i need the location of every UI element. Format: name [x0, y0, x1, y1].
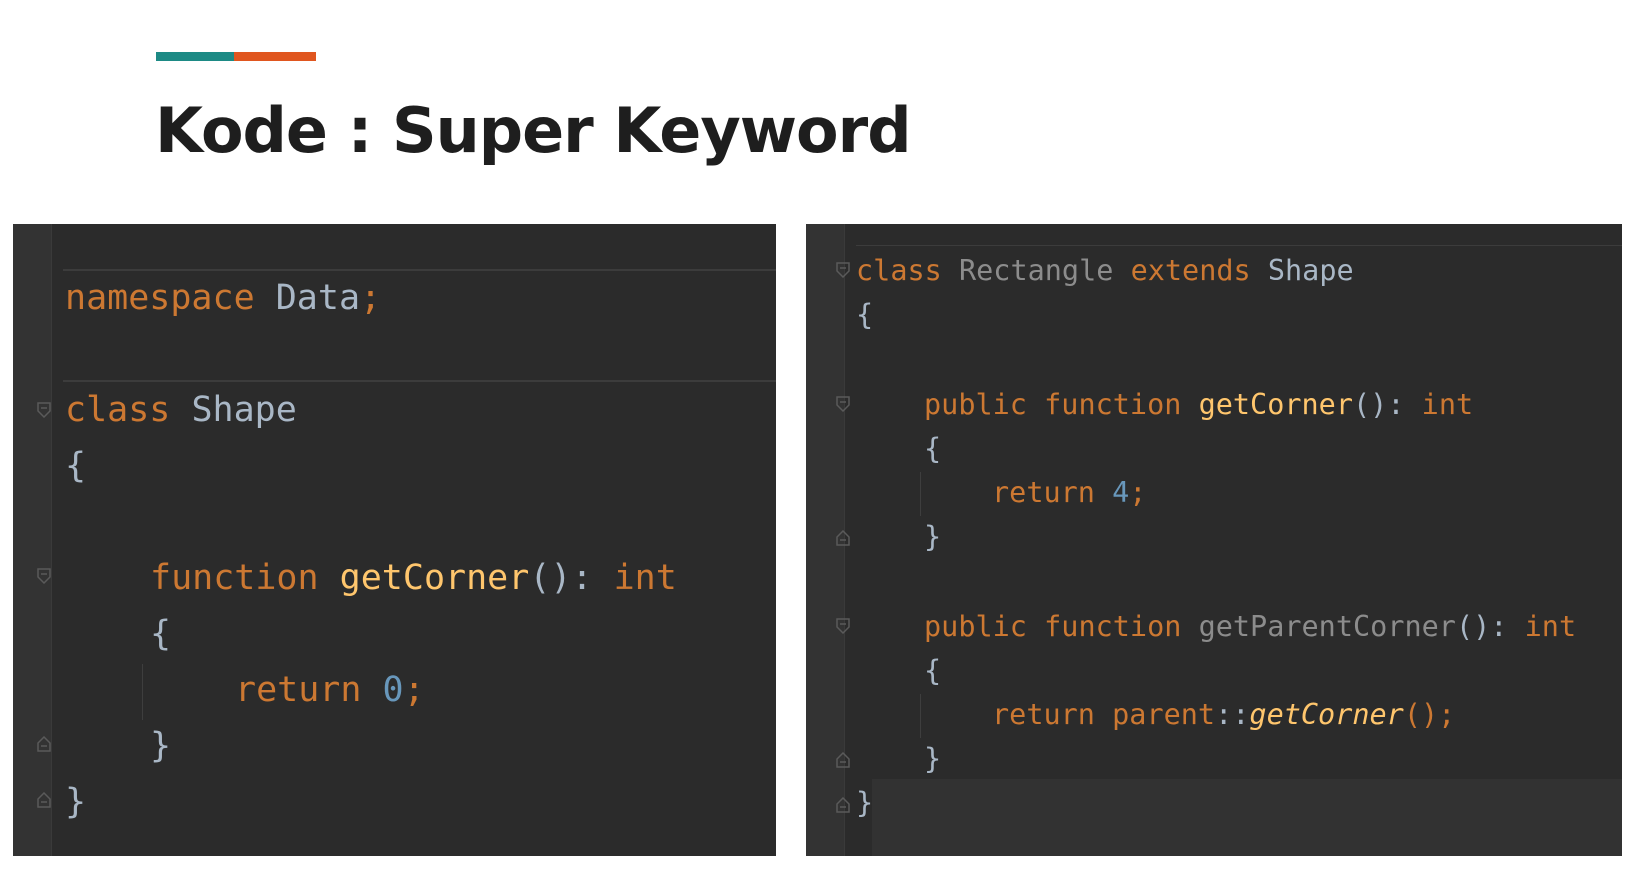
code-line-brace: { [65, 446, 87, 486]
separator-line [63, 380, 776, 382]
fold-marker-icon[interactable] [836, 396, 850, 412]
fold-marker-icon[interactable] [37, 402, 51, 418]
code-line-namespace: namespace Data; [65, 278, 382, 318]
accent-bar [156, 52, 316, 61]
accent-orange [234, 52, 316, 61]
code-panel-rectangle: class Rectangle extends Shape { public f… [806, 224, 1622, 856]
fold-marker-icon[interactable] [37, 568, 51, 584]
code-line-public-function: public function getParentCorner(): int [924, 610, 1577, 643]
code-panel-shape: namespace Data; class Shape { function g… [13, 224, 776, 856]
separator-line [63, 269, 776, 271]
code-line-brace: { [924, 654, 942, 687]
accent-teal [156, 52, 234, 61]
fold-marker-icon[interactable] [836, 262, 850, 278]
code-line-return: return 4; [992, 476, 1147, 509]
fold-marker-icon[interactable] [37, 736, 51, 752]
current-line-highlight [872, 779, 1622, 856]
separator-line [856, 245, 1622, 246]
indent-guide [142, 664, 143, 720]
code-line-brace: } [924, 742, 942, 775]
code-line-class: class Rectangle extends Shape [856, 254, 1354, 287]
code-line-brace: } [856, 786, 874, 819]
code-line-brace: { [150, 614, 172, 654]
indent-guide [920, 472, 921, 516]
code-line-class: class Shape [65, 390, 297, 430]
fold-marker-icon[interactable] [836, 797, 850, 813]
editor-gutter [13, 224, 51, 856]
fold-marker-icon[interactable] [836, 530, 850, 546]
fold-marker-icon[interactable] [37, 792, 51, 808]
fold-marker-icon[interactable] [836, 618, 850, 634]
code-line-brace: } [924, 520, 942, 553]
code-line-return-parent: return parent::getCorner(); [992, 698, 1456, 731]
code-line-brace: { [856, 298, 874, 331]
code-line-brace: } [150, 726, 172, 766]
code-line-function: function getCorner(): int [150, 558, 677, 598]
slide-title: Kode : Super Keyword [155, 94, 912, 167]
code-line-return: return 0; [235, 670, 425, 710]
code-line-public-function: public function getCorner(): int [924, 388, 1474, 421]
fold-marker-icon[interactable] [836, 752, 850, 768]
code-line-brace: } [65, 782, 87, 822]
code-line-brace: { [924, 432, 942, 465]
indent-guide [920, 694, 921, 738]
